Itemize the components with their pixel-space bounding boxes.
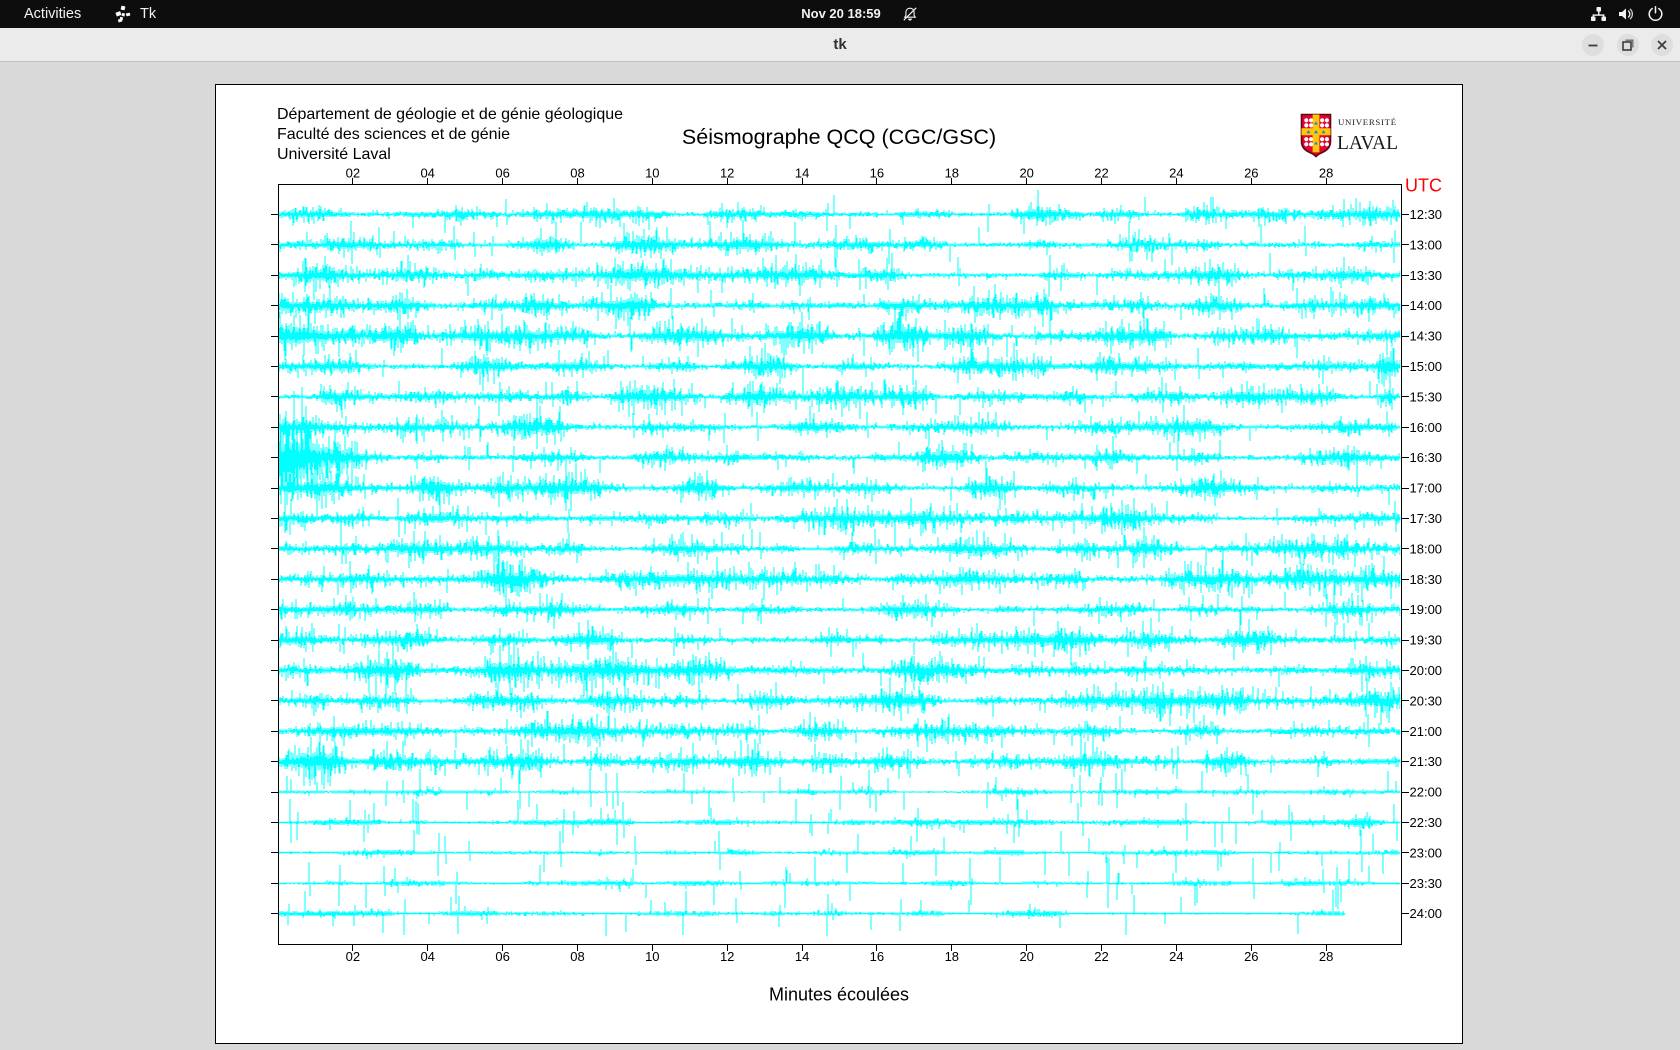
svg-text:17:30: 17:30 [1410,511,1443,526]
svg-text:10: 10 [645,949,659,964]
svg-text:02: 02 [346,165,360,180]
svg-text:23:30: 23:30 [1410,876,1443,891]
svg-text:14: 14 [795,949,809,964]
svg-text:14:30: 14:30 [1410,329,1443,344]
svg-text:20:30: 20:30 [1410,693,1443,708]
svg-text:20: 20 [1019,949,1033,964]
svg-text:19:30: 19:30 [1410,633,1443,648]
svg-text:15:00: 15:00 [1410,359,1443,374]
svg-text:17:00: 17:00 [1410,481,1443,496]
svg-text:02: 02 [346,949,360,964]
svg-text:13:00: 13:00 [1410,237,1443,252]
svg-text:24: 24 [1169,165,1183,180]
svg-text:23:00: 23:00 [1410,845,1443,860]
svg-text:21:00: 21:00 [1410,724,1443,739]
svg-text:13:30: 13:30 [1410,268,1443,283]
svg-text:26: 26 [1244,949,1258,964]
svg-text:08: 08 [570,949,584,964]
svg-text:18: 18 [945,165,959,180]
svg-text:12: 12 [720,949,734,964]
svg-text:10: 10 [645,165,659,180]
svg-text:22:00: 22:00 [1410,785,1443,800]
svg-text:04: 04 [420,949,434,964]
svg-text:18:00: 18:00 [1410,541,1443,556]
svg-text:26: 26 [1244,165,1258,180]
svg-text:14:00: 14:00 [1410,298,1443,313]
svg-text:16:30: 16:30 [1410,450,1443,465]
svg-text:12: 12 [720,165,734,180]
svg-text:24:00: 24:00 [1410,906,1443,921]
svg-text:Minutes écoulées: Minutes écoulées [769,985,909,1005]
svg-text:16: 16 [870,949,884,964]
svg-text:15:30: 15:30 [1410,389,1443,404]
svg-text:12:30: 12:30 [1410,207,1443,222]
svg-text:04: 04 [420,165,434,180]
svg-text:24: 24 [1169,949,1183,964]
svg-text:16: 16 [870,165,884,180]
svg-text:06: 06 [495,165,509,180]
svg-text:20: 20 [1019,165,1033,180]
svg-text:28: 28 [1319,165,1333,180]
svg-text:28: 28 [1319,949,1333,964]
svg-text:22: 22 [1094,949,1108,964]
svg-text:08: 08 [570,165,584,180]
svg-text:UTC: UTC [1405,175,1442,195]
svg-text:20:00: 20:00 [1410,663,1443,678]
svg-text:16:00: 16:00 [1410,420,1443,435]
svg-text:21:30: 21:30 [1410,754,1443,769]
svg-text:18:30: 18:30 [1410,572,1443,587]
svg-text:14: 14 [795,165,809,180]
svg-text:06: 06 [495,949,509,964]
svg-text:22:30: 22:30 [1410,815,1443,830]
svg-text:18: 18 [945,949,959,964]
svg-text:19:00: 19:00 [1410,602,1443,617]
svg-text:22: 22 [1094,165,1108,180]
